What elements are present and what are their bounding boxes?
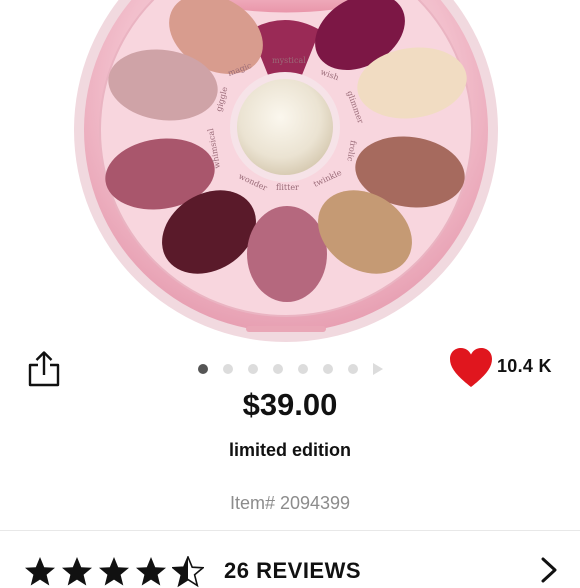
divider [0, 530, 580, 531]
reviews-link[interactable]: 26 REVIEWS [224, 558, 361, 584]
share-button[interactable] [24, 349, 64, 389]
pan-highlighter [237, 79, 333, 175]
pan-flitter [247, 206, 327, 302]
product-edition: limited edition [228, 440, 351, 460]
image-carousel-indicator[interactable] [198, 362, 383, 376]
item-number: Item# 2094399 [229, 493, 351, 513]
heart-icon [450, 348, 492, 387]
star-icon [136, 557, 166, 586]
star-half-icon [172, 556, 204, 588]
star-icon [99, 557, 129, 586]
carousel-dot[interactable] [273, 364, 283, 374]
carousel-dot[interactable] [348, 364, 358, 374]
carousel-dot[interactable] [298, 364, 308, 374]
star-rating[interactable] [24, 556, 204, 588]
eyeshadow-palette-illustration: magic mystical wish giggle glimmer whims… [74, 0, 498, 342]
carousel-dot[interactable] [198, 364, 208, 374]
chevron-right-icon [541, 557, 557, 583]
shade-label-mystical: mystical [272, 56, 306, 65]
like-count: 10.4 K [497, 356, 552, 376]
carousel-next-icon[interactable] [373, 363, 383, 375]
carousel-dot[interactable] [323, 364, 333, 374]
product-image[interactable]: magic mystical wish giggle glimmer whims… [0, 0, 580, 345]
reviews-chevron-button[interactable] [538, 557, 560, 583]
share-icon [28, 351, 60, 387]
star-icon [25, 557, 55, 586]
like-button[interactable] [449, 347, 493, 389]
carousel-dot[interactable] [248, 364, 258, 374]
product-price: $39.00 [242, 387, 338, 422]
shade-label-flitter: flitter [276, 183, 299, 192]
palette-clasp [246, 326, 326, 332]
carousel-dot[interactable] [223, 364, 233, 374]
star-icon [62, 557, 92, 586]
